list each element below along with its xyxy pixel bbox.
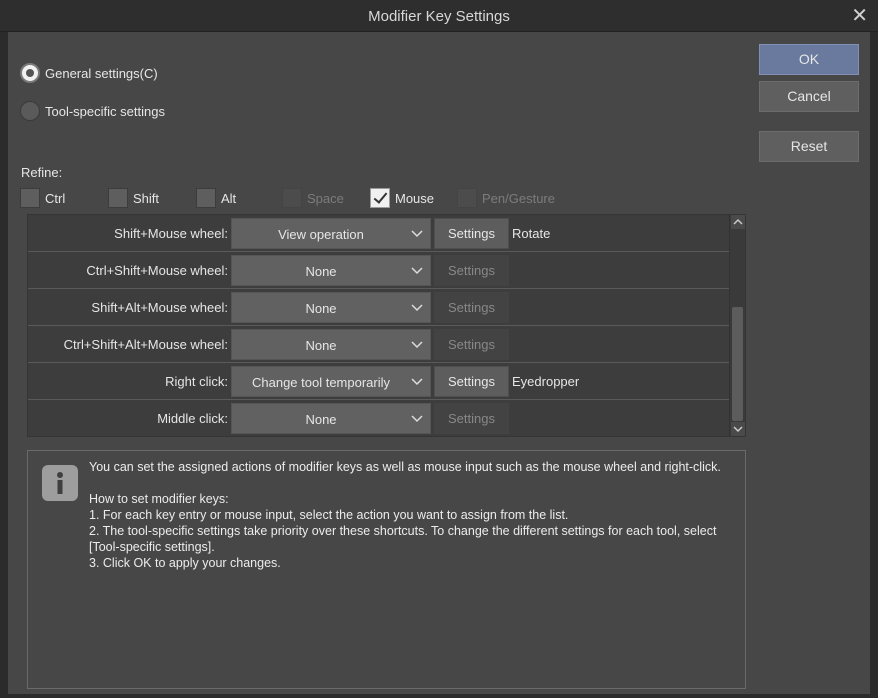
checkbox-box[interactable] [20,188,40,208]
settings-button: Settings [434,292,509,323]
input-label: Middle click: [157,411,228,426]
chevron-down-icon [411,267,423,275]
radio-tool-specific-label: Tool-specific settings [45,103,165,119]
chevron-down-icon [411,341,423,349]
vertical-scrollbar[interactable] [729,215,745,436]
settings-button[interactable]: Settings [434,218,509,249]
chevron-down-icon [411,378,423,386]
list-item: Ctrl+Shift+Mouse wheel: None Settings [28,252,731,289]
refine-alt-checkbox[interactable]: Alt [196,187,236,209]
radio-tool-specific-indicator[interactable] [20,101,40,121]
action-dropdown[interactable]: Change tool temporarily [231,366,431,397]
checkbox-label: Shift [133,190,160,206]
checkbox-label: Pen/Gesture [482,190,555,206]
input-label: Shift+Alt+Mouse wheel: [91,300,228,315]
dropdown-value: None [305,412,337,427]
info-step: 3. Click OK to apply your changes. [89,556,281,570]
input-label: Right click: [165,374,228,389]
checkbox-label: Ctrl [45,190,66,206]
radio-general-settings[interactable]: General settings(C) [20,62,158,84]
radio-general-indicator[interactable] [20,63,40,83]
settings-button: Settings [434,403,509,434]
list-item: Shift+Mouse wheel: View operation Settin… [28,215,731,252]
info-step: 2. The tool-specific settings take prior… [89,524,717,554]
dropdown-value: None [305,301,337,316]
close-icon[interactable]: ✕ [851,5,868,27]
settings-button: Settings [434,329,509,360]
info-panel: You can set the assigned actions of modi… [27,450,746,689]
chevron-up-icon[interactable] [731,215,745,229]
refine-checkboxes: Ctrl Shift Alt Space Mouse Pen/Gesture [20,187,580,209]
checkbox-label: Space [307,190,344,206]
checkbox-box [457,188,477,208]
input-label: Shift+Mouse wheel: [114,226,228,241]
assigned-value: Eyedropper [512,374,580,389]
info-text: You can set the assigned actions of modi… [89,459,729,571]
info-step: 1. For each key entry or mouse input, se… [89,508,569,522]
settings-button[interactable]: Settings [434,366,509,397]
settings-button: Settings [434,255,509,286]
list-item: Right click: Change tool temporarily Set… [28,363,731,400]
refine-shift-checkbox[interactable]: Shift [108,187,159,209]
refine-label: Refine: [21,165,63,180]
chevron-down-icon [411,415,423,423]
title-bar: Modifier Key Settings ✕ [0,0,878,32]
checkbox-label: Mouse [395,190,435,206]
input-label: Ctrl+Shift+Alt+Mouse wheel: [63,337,228,352]
list-item: Ctrl+Shift+Alt+Mouse wheel: None Setting… [28,326,731,363]
action-dropdown[interactable]: None [231,329,431,360]
ok-button[interactable]: OK [759,44,859,75]
reset-button[interactable]: Reset [759,131,859,162]
checkbox-box[interactable] [370,188,390,208]
action-dropdown[interactable]: View operation [231,218,431,249]
radio-tool-specific-settings[interactable]: Tool-specific settings [20,100,165,122]
info-icon [42,465,78,501]
scrollbar-thumb[interactable] [732,307,743,421]
chevron-down-icon [411,230,423,238]
window-title: Modifier Key Settings [368,8,510,25]
dropdown-value: Change tool temporarily [251,375,391,390]
radio-general-label: General settings(C) [45,65,158,81]
info-heading: How to set modifier keys: [89,492,229,506]
input-label: Ctrl+Shift+Mouse wheel: [86,263,228,278]
dropdown-value: None [305,264,337,279]
checkbox-box [282,188,302,208]
chevron-down-icon [411,304,423,312]
refine-pen-gesture-checkbox: Pen/Gesture [457,187,555,209]
modifier-key-list[interactable]: Shift+Mouse wheel: View operation Settin… [27,214,746,437]
checkbox-box[interactable] [196,188,216,208]
action-dropdown[interactable]: None [231,403,431,434]
checkbox-box[interactable] [108,188,128,208]
refine-ctrl-checkbox[interactable]: Ctrl [20,187,65,209]
info-line: You can set the assigned actions of modi… [89,460,721,474]
dialog-body: General settings(C) Tool-specific settin… [8,32,870,694]
dropdown-value: View operation [278,227,364,242]
cancel-button[interactable]: Cancel [759,81,859,112]
list-item: Middle click: None Settings [28,400,731,437]
checkbox-label: Alt [221,190,237,206]
chevron-down-icon[interactable] [731,422,745,436]
refine-space-checkbox: Space [282,187,344,209]
dropdown-value: None [305,338,337,353]
action-dropdown[interactable]: None [231,255,431,286]
refine-mouse-checkbox[interactable]: Mouse [370,187,434,209]
action-dropdown[interactable]: None [231,292,431,323]
list-item: Shift+Alt+Mouse wheel: None Settings [28,289,731,326]
assigned-value: Rotate [512,226,551,241]
